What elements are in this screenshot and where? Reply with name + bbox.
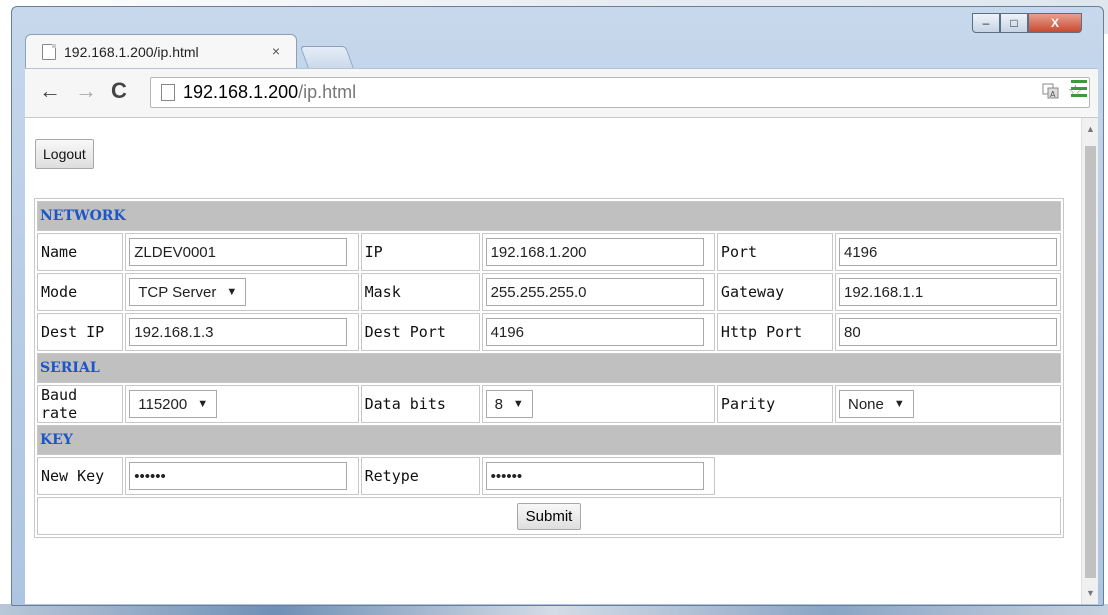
browser-toolbar: ← → C 192.168.1.200/ip.html A ☆ xyxy=(25,68,1098,118)
close-window-button[interactable]: X xyxy=(1028,13,1082,33)
address-bar[interactable]: 192.168.1.200/ip.html A ☆ xyxy=(150,77,1090,108)
dest-ip-input[interactable] xyxy=(129,318,348,346)
label-retype: Retype xyxy=(360,457,480,495)
tab-close-icon[interactable]: × xyxy=(272,43,280,59)
label-new-key: New Key xyxy=(37,457,124,495)
data-bits-value: 8 xyxy=(494,395,503,413)
menu-icon[interactable] xyxy=(1071,80,1087,101)
forward-icon[interactable]: → xyxy=(75,78,97,104)
dropdown-arrow-icon: ▼ xyxy=(893,398,905,410)
http-port-input[interactable] xyxy=(839,318,1057,346)
url-host: 192.168.1.200 xyxy=(183,82,299,102)
empty-cell xyxy=(717,457,1061,495)
gateway-input[interactable] xyxy=(839,278,1057,306)
svg-text:A: A xyxy=(1050,90,1056,99)
new-key-input[interactable] xyxy=(129,462,348,490)
mode-select-value: TCP Server xyxy=(138,283,217,301)
vertical-scrollbar[interactable]: ▲ ▼ xyxy=(1081,118,1098,604)
mode-select[interactable]: TCP Server ▼ xyxy=(129,278,247,306)
baud-rate-value: 115200 xyxy=(138,395,188,413)
section-heading-network: NETWORK xyxy=(37,201,1061,231)
label-gateway: Gateway xyxy=(716,273,833,311)
translate-icon[interactable]: A xyxy=(1042,82,1060,105)
page-viewport: Logout NETWORK Name IP Port Mode TCP Ser… xyxy=(25,118,1098,604)
baud-rate-select[interactable]: 115200 ▼ xyxy=(129,390,218,418)
label-baud-rate: Baud rate xyxy=(37,385,124,423)
section-heading-serial: SERIAL xyxy=(37,353,1061,383)
tab-title: 192.168.1.200/ip.html xyxy=(64,43,199,60)
dropdown-arrow-icon: ▼ xyxy=(226,286,238,298)
dest-port-input[interactable] xyxy=(485,318,704,346)
label-mode: Mode xyxy=(37,273,124,311)
retype-key-input[interactable] xyxy=(485,462,704,490)
minimize-button[interactable]: – xyxy=(972,13,1000,33)
label-port: Port xyxy=(716,233,833,271)
mask-input[interactable] xyxy=(485,278,704,306)
parity-select[interactable]: None ▼ xyxy=(839,390,914,418)
label-parity: Parity xyxy=(716,385,833,423)
label-dest-ip: Dest IP xyxy=(37,313,124,351)
scroll-down-icon[interactable]: ▼ xyxy=(1086,588,1095,598)
browser-tab[interactable]: 192.168.1.200/ip.html × xyxy=(25,34,297,68)
url-path: /ip.html xyxy=(298,82,357,102)
dropdown-arrow-icon: ▼ xyxy=(512,398,524,410)
parity-value: None xyxy=(848,395,884,413)
dropdown-arrow-icon: ▼ xyxy=(197,398,209,410)
port-input[interactable] xyxy=(839,238,1057,266)
submit-row: Submit xyxy=(37,497,1061,535)
ip-input[interactable] xyxy=(485,238,704,266)
maximize-button[interactable]: □ xyxy=(1000,13,1028,33)
section-heading-key: KEY xyxy=(37,425,1061,455)
data-bits-select[interactable]: 8 ▼ xyxy=(485,390,533,418)
new-tab-button[interactable] xyxy=(299,46,355,69)
config-table: NETWORK Name IP Port Mode TCP Server ▼ Ma… xyxy=(34,198,1064,538)
label-data-bits: Data bits xyxy=(360,385,480,423)
label-ip: IP xyxy=(360,233,480,271)
submit-button[interactable]: Submit xyxy=(516,502,582,530)
baud-label-line2: rate xyxy=(41,404,78,422)
window-controls: – □ X xyxy=(972,13,1082,33)
page-icon xyxy=(161,84,175,101)
label-dest-port: Dest Port xyxy=(360,313,480,351)
name-input[interactable] xyxy=(129,238,348,266)
page-icon xyxy=(42,43,56,60)
label-http-port: Http Port xyxy=(716,313,833,351)
label-mask: Mask xyxy=(360,273,480,311)
baud-label-line1: Baud xyxy=(41,386,78,404)
logout-button[interactable]: Logout xyxy=(35,139,94,169)
label-name: Name xyxy=(37,233,124,271)
back-icon[interactable]: ← xyxy=(39,78,61,104)
scroll-up-icon[interactable]: ▲ xyxy=(1086,124,1095,134)
reload-icon[interactable]: C xyxy=(111,78,127,104)
scrollbar-thumb[interactable] xyxy=(1085,146,1096,578)
